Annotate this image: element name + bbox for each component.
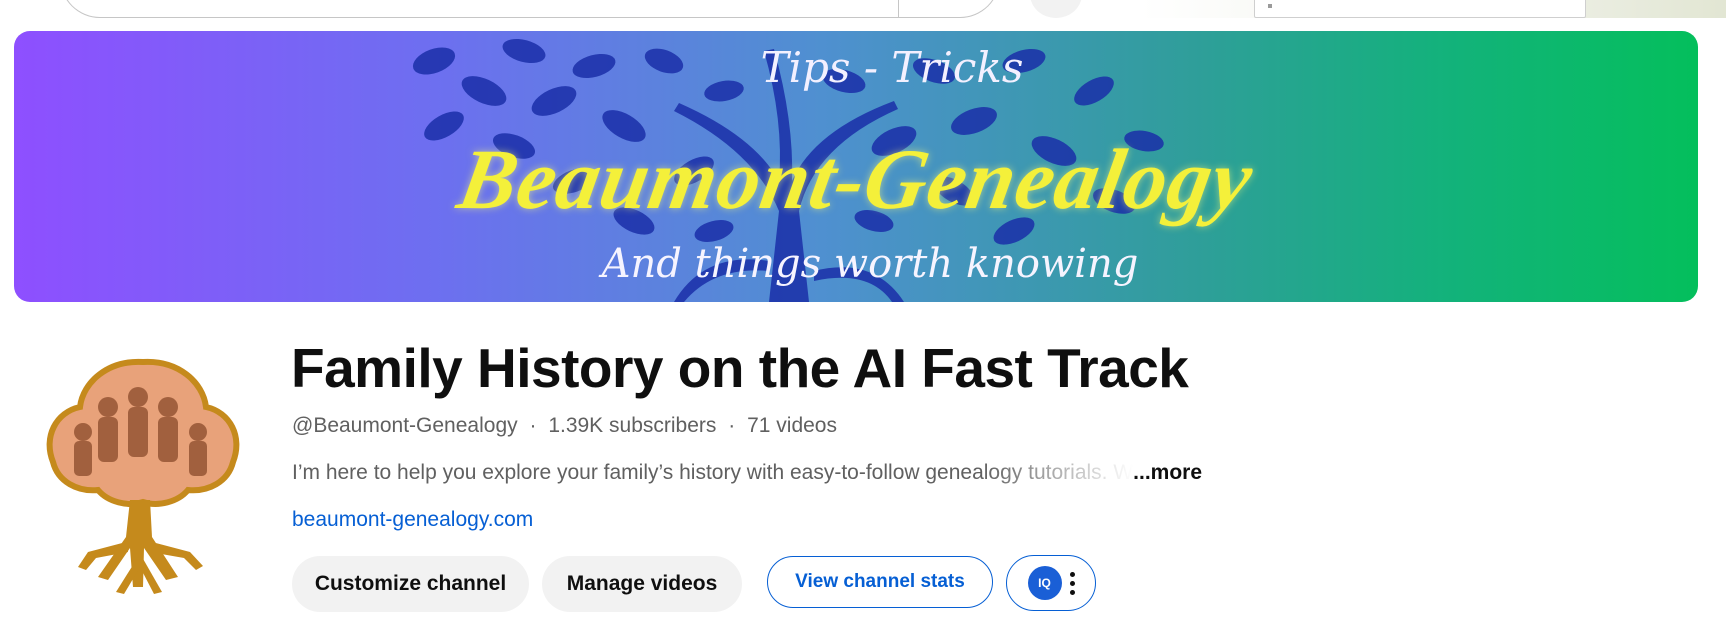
channel-website-link[interactable]: beaumont-genealogy.com	[292, 508, 533, 532]
top-input-caret	[1268, 4, 1272, 8]
banner-title: Beaumont-Genealogy	[451, 131, 1261, 227]
banner-subtitle: And things worth knowing	[601, 241, 1139, 287]
channel-handle[interactable]: @Beaumont-Genealogy	[292, 414, 518, 438]
description-more-link[interactable]: ...more	[1133, 461, 1202, 485]
meta-separator: ·	[529, 414, 537, 437]
kebab-menu-icon	[1069, 571, 1075, 595]
customize-channel-button[interactable]: Customize channel	[292, 556, 529, 612]
channel-description[interactable]: I’m here to help you explore your family…	[292, 461, 1202, 485]
channel-banner: Tips - Tricks Beaumont-Genealogy And thi…	[14, 31, 1698, 302]
top-input-field[interactable]	[1254, 0, 1586, 18]
vidiq-extension-icon: IQ	[1027, 566, 1062, 600]
channel-meta: @Beaumont-Genealogy · 1.39K subscribers …	[292, 414, 837, 438]
channel-avatar[interactable]	[38, 352, 248, 594]
top-header-strip	[0, 0, 1726, 22]
search-divider	[898, 0, 899, 18]
channel-name: Family History on the AI Fast Track	[291, 337, 1189, 399]
channel-description-text: I’m here to help you explore your family…	[292, 461, 1134, 484]
banner-top-text: Tips - Tricks	[760, 43, 1024, 92]
tree-family-portrait-logo	[46, 358, 240, 594]
voice-search-button[interactable]	[1030, 0, 1082, 18]
view-channel-stats-button[interactable]: View channel stats	[767, 556, 993, 608]
meta-separator: ·	[728, 414, 736, 437]
subscriber-count: 1.39K subscribers	[548, 414, 717, 437]
manage-videos-button[interactable]: Manage videos	[542, 556, 742, 612]
video-count: 71 videos	[747, 414, 837, 437]
extension-menu-button[interactable]: IQ	[1006, 555, 1096, 611]
search-box[interactable]	[60, 0, 1000, 18]
